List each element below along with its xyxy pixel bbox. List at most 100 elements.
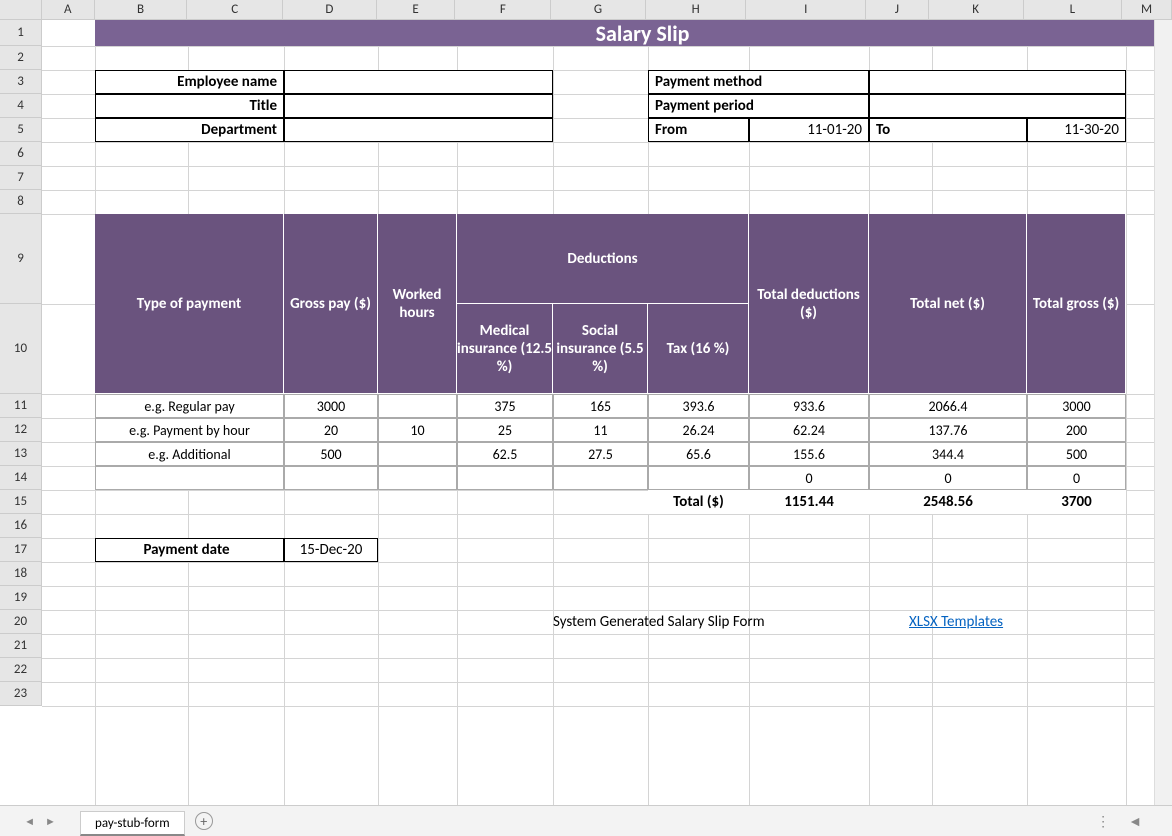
sheet-tab-active[interactable]: pay-stub-form xyxy=(80,811,185,836)
col-header-F[interactable]: F xyxy=(455,0,551,20)
row-header-20[interactable]: 20 xyxy=(0,610,42,634)
row-header-5[interactable]: 5 xyxy=(0,118,42,142)
col-header-C[interactable]: C xyxy=(187,0,283,20)
row-header-23[interactable]: 23 xyxy=(0,682,42,706)
row-header-19[interactable]: 19 xyxy=(0,586,42,610)
cell-hours-3[interactable] xyxy=(378,466,457,490)
row-header-17[interactable]: 17 xyxy=(0,538,42,562)
info-left-val-2[interactable] xyxy=(284,118,553,142)
spreadsheet-grid[interactable]: ABCDEFGHIJKLM 12345678910111213141516171… xyxy=(0,0,1172,805)
cell-tgross-2[interactable]: 500 xyxy=(1027,442,1126,466)
row-header-22[interactable]: 22 xyxy=(0,658,42,682)
cell-hours-1[interactable]: 10 xyxy=(378,418,457,442)
info-left-val-0[interactable] xyxy=(284,70,553,94)
cell-type-2[interactable]: e.g. Additional xyxy=(95,442,284,466)
col-header-J[interactable]: J xyxy=(866,0,929,20)
row-header-9[interactable]: 9 xyxy=(0,214,42,304)
tab-nav-arrows[interactable]: ◄ ► xyxy=(0,815,80,828)
total-tded: 1151.44 xyxy=(749,490,869,514)
tab-next-icon[interactable]: ► xyxy=(45,815,56,828)
row-header-4[interactable]: 4 xyxy=(0,94,42,118)
row-header-15[interactable]: 15 xyxy=(0,490,42,514)
cell-tded-1[interactable]: 62.24 xyxy=(749,418,869,442)
cell-med-3[interactable] xyxy=(457,466,553,490)
pay-date-val[interactable]: 15-Dec-20 xyxy=(284,538,378,562)
cell-tgross-0[interactable]: 3000 xyxy=(1027,394,1126,418)
row-header-12[interactable]: 12 xyxy=(0,418,42,442)
cell-tax-0[interactable]: 393.6 xyxy=(648,394,749,418)
pay-period-val[interactable] xyxy=(869,94,1126,118)
row-header-16[interactable]: 16 xyxy=(0,514,42,538)
cell-hours-0[interactable] xyxy=(378,394,457,418)
cell-net-1[interactable]: 137.76 xyxy=(869,418,1027,442)
hdr-tgross: Total gross ($) xyxy=(1027,214,1126,394)
col-header-A[interactable]: A xyxy=(42,0,95,20)
col-header-I[interactable]: I xyxy=(746,0,866,20)
col-header-G[interactable]: G xyxy=(551,0,646,20)
col-header-L[interactable]: L xyxy=(1024,0,1123,20)
pay-date-label: Payment date xyxy=(95,538,284,562)
cell-net-2[interactable]: 344.4 xyxy=(869,442,1027,466)
to-val[interactable]: 11-30-20 xyxy=(1027,118,1126,142)
row-header-6[interactable]: 6 xyxy=(0,142,42,166)
row-header-8[interactable]: 8 xyxy=(0,190,42,214)
row-header-18[interactable]: 18 xyxy=(0,562,42,586)
row-header-10[interactable]: 10 xyxy=(0,304,42,394)
cell-tded-3[interactable]: 0 xyxy=(749,466,869,490)
add-sheet-button[interactable]: + xyxy=(195,812,213,830)
cell-tded-0[interactable]: 933.6 xyxy=(749,394,869,418)
col-header-E[interactable]: E xyxy=(377,0,456,20)
pay-method-val[interactable] xyxy=(869,70,1126,94)
cell-type-1[interactable]: e.g. Payment by hour xyxy=(95,418,284,442)
cell-tax-2[interactable]: 65.6 xyxy=(648,442,749,466)
templates-link[interactable]: XLSX Templates xyxy=(909,613,1049,633)
cell-soc-1[interactable]: 11 xyxy=(553,418,648,442)
row-header-13[interactable]: 13 xyxy=(0,442,42,466)
col-header-K[interactable]: K xyxy=(929,0,1024,20)
cell-soc-2[interactable]: 27.5 xyxy=(553,442,648,466)
tab-prev2-icon[interactable]: ◄ xyxy=(1128,813,1142,830)
cell-tded-2[interactable]: 155.6 xyxy=(749,442,869,466)
cell-med-0[interactable]: 375 xyxy=(457,394,553,418)
cell-tax-1[interactable]: 26.24 xyxy=(648,418,749,442)
select-all-corner[interactable] xyxy=(0,0,42,20)
cell-soc-0[interactable]: 165 xyxy=(553,394,648,418)
col-header-M[interactable]: M xyxy=(1122,0,1172,20)
row-header-21[interactable]: 21 xyxy=(0,634,42,658)
cell-gross-2[interactable]: 500 xyxy=(284,442,378,466)
cell-tax-3[interactable] xyxy=(648,466,749,490)
cell-hours-2[interactable] xyxy=(378,442,457,466)
info-left-label-0: Employee name xyxy=(95,70,284,94)
hdr-net: Total net ($) xyxy=(869,214,1027,394)
cell-med-1[interactable]: 25 xyxy=(457,418,553,442)
col-header-D[interactable]: D xyxy=(283,0,377,20)
info-left-label-2: Department xyxy=(95,118,284,142)
row-header-11[interactable]: 11 xyxy=(0,394,42,418)
col-header-B[interactable]: B xyxy=(95,0,188,20)
cell-soc-3[interactable] xyxy=(553,466,648,490)
cell-net-0[interactable]: 2066.4 xyxy=(869,394,1027,418)
row-header-3[interactable]: 3 xyxy=(0,70,42,94)
row-header-2[interactable]: 2 xyxy=(0,46,42,70)
cell-net-3[interactable]: 0 xyxy=(869,466,1027,490)
row-header-1[interactable]: 1 xyxy=(0,20,42,46)
from-val[interactable]: 11-01-20 xyxy=(749,118,869,142)
total-net: 2548.56 xyxy=(869,490,1027,514)
cell-med-2[interactable]: 62.5 xyxy=(457,442,553,466)
cell-tgross-3[interactable]: 0 xyxy=(1027,466,1126,490)
cell-gross-0[interactable]: 3000 xyxy=(284,394,378,418)
cell-tgross-1[interactable]: 200 xyxy=(1027,418,1126,442)
vertical-scrollbar[interactable] xyxy=(1154,20,1172,805)
cell-gross-1[interactable]: 20 xyxy=(284,418,378,442)
col-header-H[interactable]: H xyxy=(646,0,747,20)
tab-options-icon[interactable]: ⋮ xyxy=(1096,813,1112,830)
cell-gross-3[interactable] xyxy=(284,466,378,490)
row-header-14[interactable]: 14 xyxy=(0,466,42,490)
info-left-val-1[interactable] xyxy=(284,94,553,118)
tab-prev-icon[interactable]: ◄ xyxy=(24,815,35,828)
row-header-7[interactable]: 7 xyxy=(0,166,42,190)
cell-type-0[interactable]: e.g. Regular pay xyxy=(95,394,284,418)
hdr-gross: Gross pay ($) xyxy=(284,214,378,394)
cell-type-3[interactable] xyxy=(95,466,284,490)
hdr-tded: Total deductions ($) xyxy=(749,214,869,394)
